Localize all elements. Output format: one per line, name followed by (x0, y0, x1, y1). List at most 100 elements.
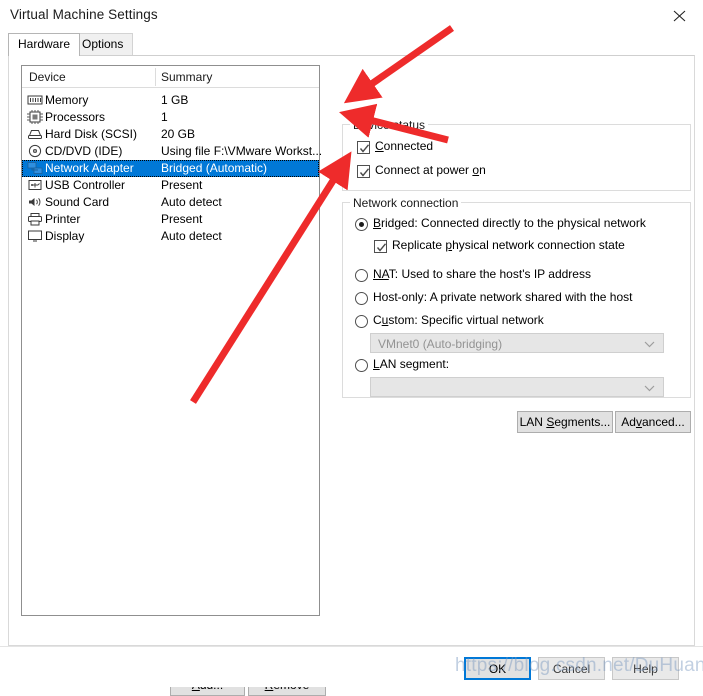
radio-circle (355, 315, 368, 328)
column-divider (155, 68, 156, 86)
custom-pre: C (373, 313, 382, 327)
settings-panel: Device Summary Memory 1 GB Processors 1 … (8, 55, 695, 696)
radio-bridged-label: Bridged: Connected directly to the physi… (373, 216, 646, 230)
checkbox-box (374, 240, 387, 253)
device-name: Printer (45, 212, 81, 226)
radio-circle (355, 218, 368, 231)
device-list[interactable]: Device Summary Memory 1 GB Processors 1 … (21, 65, 323, 616)
column-header-device: Device (29, 70, 66, 84)
lanseg-post: AN segment: (379, 357, 450, 371)
device-name: Display (45, 229, 85, 243)
network-icon (27, 161, 43, 176)
memory-icon (27, 93, 43, 108)
lan-segments-button[interactable]: LAN Segments... (517, 411, 613, 433)
network-connection-group-label: Network connection (350, 196, 462, 210)
processor-icon (27, 110, 43, 125)
chevron-down-icon (644, 385, 655, 392)
device-row-printer[interactable]: Printer Present (22, 211, 319, 228)
device-name: CD/DVD (IDE) (45, 144, 123, 158)
printer-icon (27, 212, 43, 227)
chevron-down-icon (644, 341, 655, 348)
hostonly-post: : A private network shared with the host (423, 290, 633, 304)
radio-nat-label: NAT: Used to share the host's IP address (373, 267, 591, 281)
checkmark-icon (359, 168, 370, 177)
device-summary: 1 (161, 110, 168, 124)
cpo-label-post: n (479, 163, 486, 177)
nat-label-rest: T: Used to share the host's IP address (388, 267, 591, 281)
tab-options-label: Options (82, 37, 124, 51)
device-summary: Using file F:\VMware Workst... (161, 144, 323, 158)
help-button[interactable]: Help (612, 657, 679, 680)
hostonly-pre: Host-only (373, 290, 424, 304)
device-status-group-label: Device status (350, 118, 429, 132)
replicate-pre: Replicate (392, 238, 446, 252)
device-summary: Present (161, 178, 203, 192)
ok-button[interactable]: OK (464, 657, 531, 680)
display-icon (27, 229, 43, 244)
cpo-label-pre: Connect at power (375, 163, 473, 177)
network-connection-group: Network connection Bridged: Connected di… (342, 196, 691, 398)
radio-lan-segment-label: LAN segment: (373, 357, 449, 371)
device-name: Memory (45, 93, 89, 107)
tab-strip: Hardware Options (8, 33, 695, 56)
checkmark-icon (376, 243, 387, 252)
radio-circle (355, 269, 368, 282)
device-list-header: Device Summary (22, 66, 319, 88)
window-title: Virtual Machine Settings (10, 7, 158, 22)
device-summary: Auto detect (161, 229, 222, 243)
checkbox-box (357, 141, 370, 154)
custom-post: stom: Specific virtual network (388, 313, 544, 327)
device-name: Hard Disk (SCSI) (45, 127, 138, 141)
device-summary: Bridged (Automatic) (161, 161, 268, 175)
connected-label-rest: onnected (383, 139, 434, 153)
checkbox-box (357, 165, 370, 178)
close-icon (673, 10, 686, 22)
nat-mnemonic: NA (373, 267, 389, 281)
checkmark-icon (359, 144, 370, 153)
replicate-post: hysical network connection state (452, 238, 625, 252)
device-row-network-adapter[interactable]: Network Adapter Bridged (Automatic) (22, 160, 319, 177)
device-name: USB Controller (45, 178, 126, 192)
column-header-summary: Summary (161, 70, 213, 84)
soundcard-icon (27, 195, 43, 210)
advanced-pre: Ad (621, 415, 636, 429)
device-summary: Auto detect (161, 195, 222, 209)
lan-segments-post: egments... (554, 415, 611, 429)
lan-segments-pre: LAN (519, 415, 547, 429)
harddisk-icon (27, 127, 43, 142)
cancel-button[interactable]: Cancel (538, 657, 605, 680)
bridged-label-rest: ridged: Connected directly to the physic… (381, 216, 646, 230)
tab-options[interactable]: Options (72, 33, 134, 55)
device-row-hard-disk[interactable]: Hard Disk (SCSI) 20 GB (22, 126, 319, 143)
device-name: Processors (45, 110, 106, 124)
advanced-button[interactable]: Advanced... (615, 411, 691, 433)
connect-at-power-on-label: Connect at power on (375, 163, 486, 177)
cddvd-icon (27, 144, 43, 159)
usb-icon (27, 178, 43, 193)
connected-label: Connected (375, 139, 433, 153)
device-row-processors[interactable]: Processors 1 (22, 109, 319, 126)
advanced-post: anced... (641, 415, 685, 429)
radio-circle (355, 292, 368, 305)
device-name: Sound Card (45, 195, 110, 209)
custom-network-dropdown[interactable]: VMnet0 (Auto-bridging) (370, 333, 664, 353)
device-name: Network Adapter (45, 161, 134, 175)
bridged-mnemonic: B (373, 216, 382, 230)
device-summary: 1 GB (161, 93, 189, 107)
device-row-sound-card[interactable]: Sound Card Auto detect (22, 194, 319, 211)
close-button[interactable] (658, 0, 703, 31)
radio-custom-label: Custom: Specific virtual network (373, 313, 544, 327)
radio-host-only-label: Host-only: A private network shared with… (373, 290, 632, 304)
lanseg-mnemonic: L (373, 357, 380, 371)
tab-hardware-label: Hardware (18, 37, 71, 51)
replicate-label: Replicate physical network connection st… (392, 238, 625, 252)
lan-segment-dropdown[interactable] (370, 377, 664, 397)
custom-network-value: VMnet0 (Auto-bridging) (378, 337, 503, 351)
device-row-display[interactable]: Display Auto detect (22, 228, 319, 245)
device-status-group: Device status Connected Connect at power… (342, 118, 691, 191)
connected-mnemonic: C (375, 139, 384, 153)
device-row-cd-dvd[interactable]: CD/DVD (IDE) Using file F:\VMware Workst… (22, 143, 323, 160)
device-row-usb-controller[interactable]: USB Controller Present (22, 177, 319, 194)
tab-hardware[interactable]: Hardware (8, 33, 81, 56)
device-row-memory[interactable]: Memory 1 GB (22, 92, 319, 109)
